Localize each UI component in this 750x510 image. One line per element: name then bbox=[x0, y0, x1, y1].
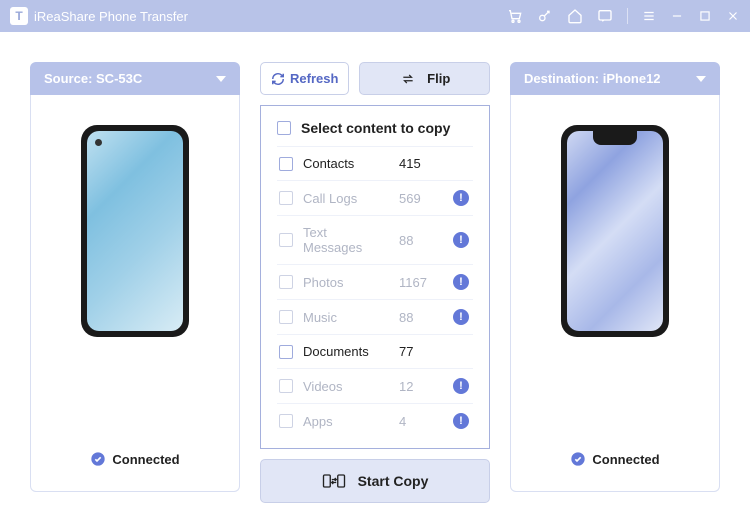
source-body: Connected bbox=[30, 95, 240, 492]
content-label: Documents bbox=[303, 344, 389, 359]
source-status: Connected bbox=[90, 451, 179, 467]
refresh-icon bbox=[271, 72, 285, 86]
menu-icon[interactable] bbox=[642, 9, 656, 23]
destination-body: Connected bbox=[510, 95, 720, 492]
content-row: Call Logs 569! bbox=[277, 180, 473, 215]
content-warn: ! bbox=[453, 309, 471, 325]
window-controls bbox=[507, 8, 740, 24]
content-count: 88 bbox=[399, 310, 443, 325]
select-all-row[interactable]: Select content to copy bbox=[277, 120, 473, 142]
select-all-label: Select content to copy bbox=[301, 120, 450, 136]
destination-label: Destination: iPhone12 bbox=[524, 71, 661, 86]
content-label: Contacts bbox=[303, 156, 389, 171]
source-header[interactable]: Source: SC-53C bbox=[30, 62, 240, 95]
warning-icon: ! bbox=[453, 190, 469, 206]
start-copy-label: Start Copy bbox=[358, 473, 429, 489]
content-row: Photos 1167! bbox=[277, 264, 473, 299]
content-count: 88 bbox=[399, 233, 443, 248]
content-label: Apps bbox=[303, 414, 389, 429]
flip-button[interactable]: Flip bbox=[359, 62, 490, 95]
content-warn: ! bbox=[453, 378, 471, 394]
content-label: Music bbox=[303, 310, 389, 325]
chevron-down-icon bbox=[216, 76, 226, 82]
content-list: Contacts 415 Call Logs 569! Text Messages 88!… bbox=[277, 146, 473, 438]
content-count: 1167 bbox=[399, 275, 443, 290]
maximize-icon[interactable] bbox=[698, 9, 712, 23]
content-checkbox bbox=[279, 379, 293, 393]
start-copy-button[interactable]: Start Copy bbox=[260, 459, 490, 503]
content-checkbox[interactable] bbox=[279, 157, 293, 171]
top-buttons: Refresh Flip bbox=[260, 62, 490, 95]
destination-status-text: Connected bbox=[592, 452, 659, 467]
content-count: 12 bbox=[399, 379, 443, 394]
content-row: Text Messages 88! bbox=[277, 215, 473, 264]
content-checkbox bbox=[279, 310, 293, 324]
content-count: 569 bbox=[399, 191, 443, 206]
content-row[interactable]: Documents 77 bbox=[277, 334, 473, 368]
warning-icon: ! bbox=[453, 309, 469, 325]
main-content: Source: SC-53C Connected Refresh Flip bbox=[0, 32, 750, 510]
source-panel: Source: SC-53C Connected bbox=[30, 62, 240, 492]
select-all-checkbox[interactable] bbox=[277, 121, 291, 135]
warning-icon: ! bbox=[453, 274, 469, 290]
content-checkbox bbox=[279, 275, 293, 289]
minimize-icon[interactable] bbox=[670, 9, 684, 23]
transfer-icon bbox=[322, 472, 346, 490]
content-checkbox bbox=[279, 191, 293, 205]
flip-label: Flip bbox=[427, 71, 450, 86]
cart-icon[interactable] bbox=[507, 8, 523, 24]
swap-icon bbox=[399, 72, 417, 86]
key-icon[interactable] bbox=[537, 8, 553, 24]
content-warn: ! bbox=[453, 190, 471, 206]
content-selection-box: Select content to copy Contacts 415 Call L… bbox=[260, 105, 490, 449]
divider bbox=[627, 8, 628, 24]
refresh-label: Refresh bbox=[290, 71, 338, 86]
middle-panel: Refresh Flip Select content to copy Cont… bbox=[260, 62, 490, 492]
warning-icon: ! bbox=[453, 232, 469, 248]
content-label: Call Logs bbox=[303, 191, 389, 206]
chevron-down-icon bbox=[696, 76, 706, 82]
content-row[interactable]: Contacts 415 bbox=[277, 146, 473, 180]
home-icon[interactable] bbox=[567, 8, 583, 24]
destination-status: Connected bbox=[570, 451, 659, 467]
content-label: Photos bbox=[303, 275, 389, 290]
warning-icon: ! bbox=[453, 378, 469, 394]
content-warn: ! bbox=[453, 274, 471, 290]
source-phone-image bbox=[81, 125, 189, 337]
feedback-icon[interactable] bbox=[597, 8, 613, 24]
content-label: Text Messages bbox=[303, 225, 389, 255]
destination-phone-image bbox=[561, 125, 669, 337]
content-row: Music 88! bbox=[277, 299, 473, 334]
titlebar: T iReaShare Phone Transfer bbox=[0, 0, 750, 32]
content-count: 77 bbox=[399, 344, 443, 359]
source-status-text: Connected bbox=[112, 452, 179, 467]
app-title: iReaShare Phone Transfer bbox=[34, 9, 507, 24]
close-icon[interactable] bbox=[726, 9, 740, 23]
destination-header[interactable]: Destination: iPhone12 bbox=[510, 62, 720, 95]
content-warn: ! bbox=[453, 413, 471, 429]
check-circle-icon bbox=[90, 451, 106, 467]
content-count: 415 bbox=[399, 156, 443, 171]
refresh-button[interactable]: Refresh bbox=[260, 62, 349, 95]
content-label: Videos bbox=[303, 379, 389, 394]
destination-panel: Destination: iPhone12 Connected bbox=[510, 62, 720, 492]
content-checkbox bbox=[279, 414, 293, 428]
check-circle-icon bbox=[570, 451, 586, 467]
content-row: Videos 12! bbox=[277, 368, 473, 403]
warning-icon: ! bbox=[453, 413, 469, 429]
content-checkbox[interactable] bbox=[279, 345, 293, 359]
app-logo: T bbox=[10, 7, 28, 25]
content-warn: ! bbox=[453, 232, 471, 248]
source-label: Source: SC-53C bbox=[44, 71, 142, 86]
content-row: Apps 4! bbox=[277, 403, 473, 438]
content-count: 4 bbox=[399, 414, 443, 429]
content-checkbox bbox=[279, 233, 293, 247]
